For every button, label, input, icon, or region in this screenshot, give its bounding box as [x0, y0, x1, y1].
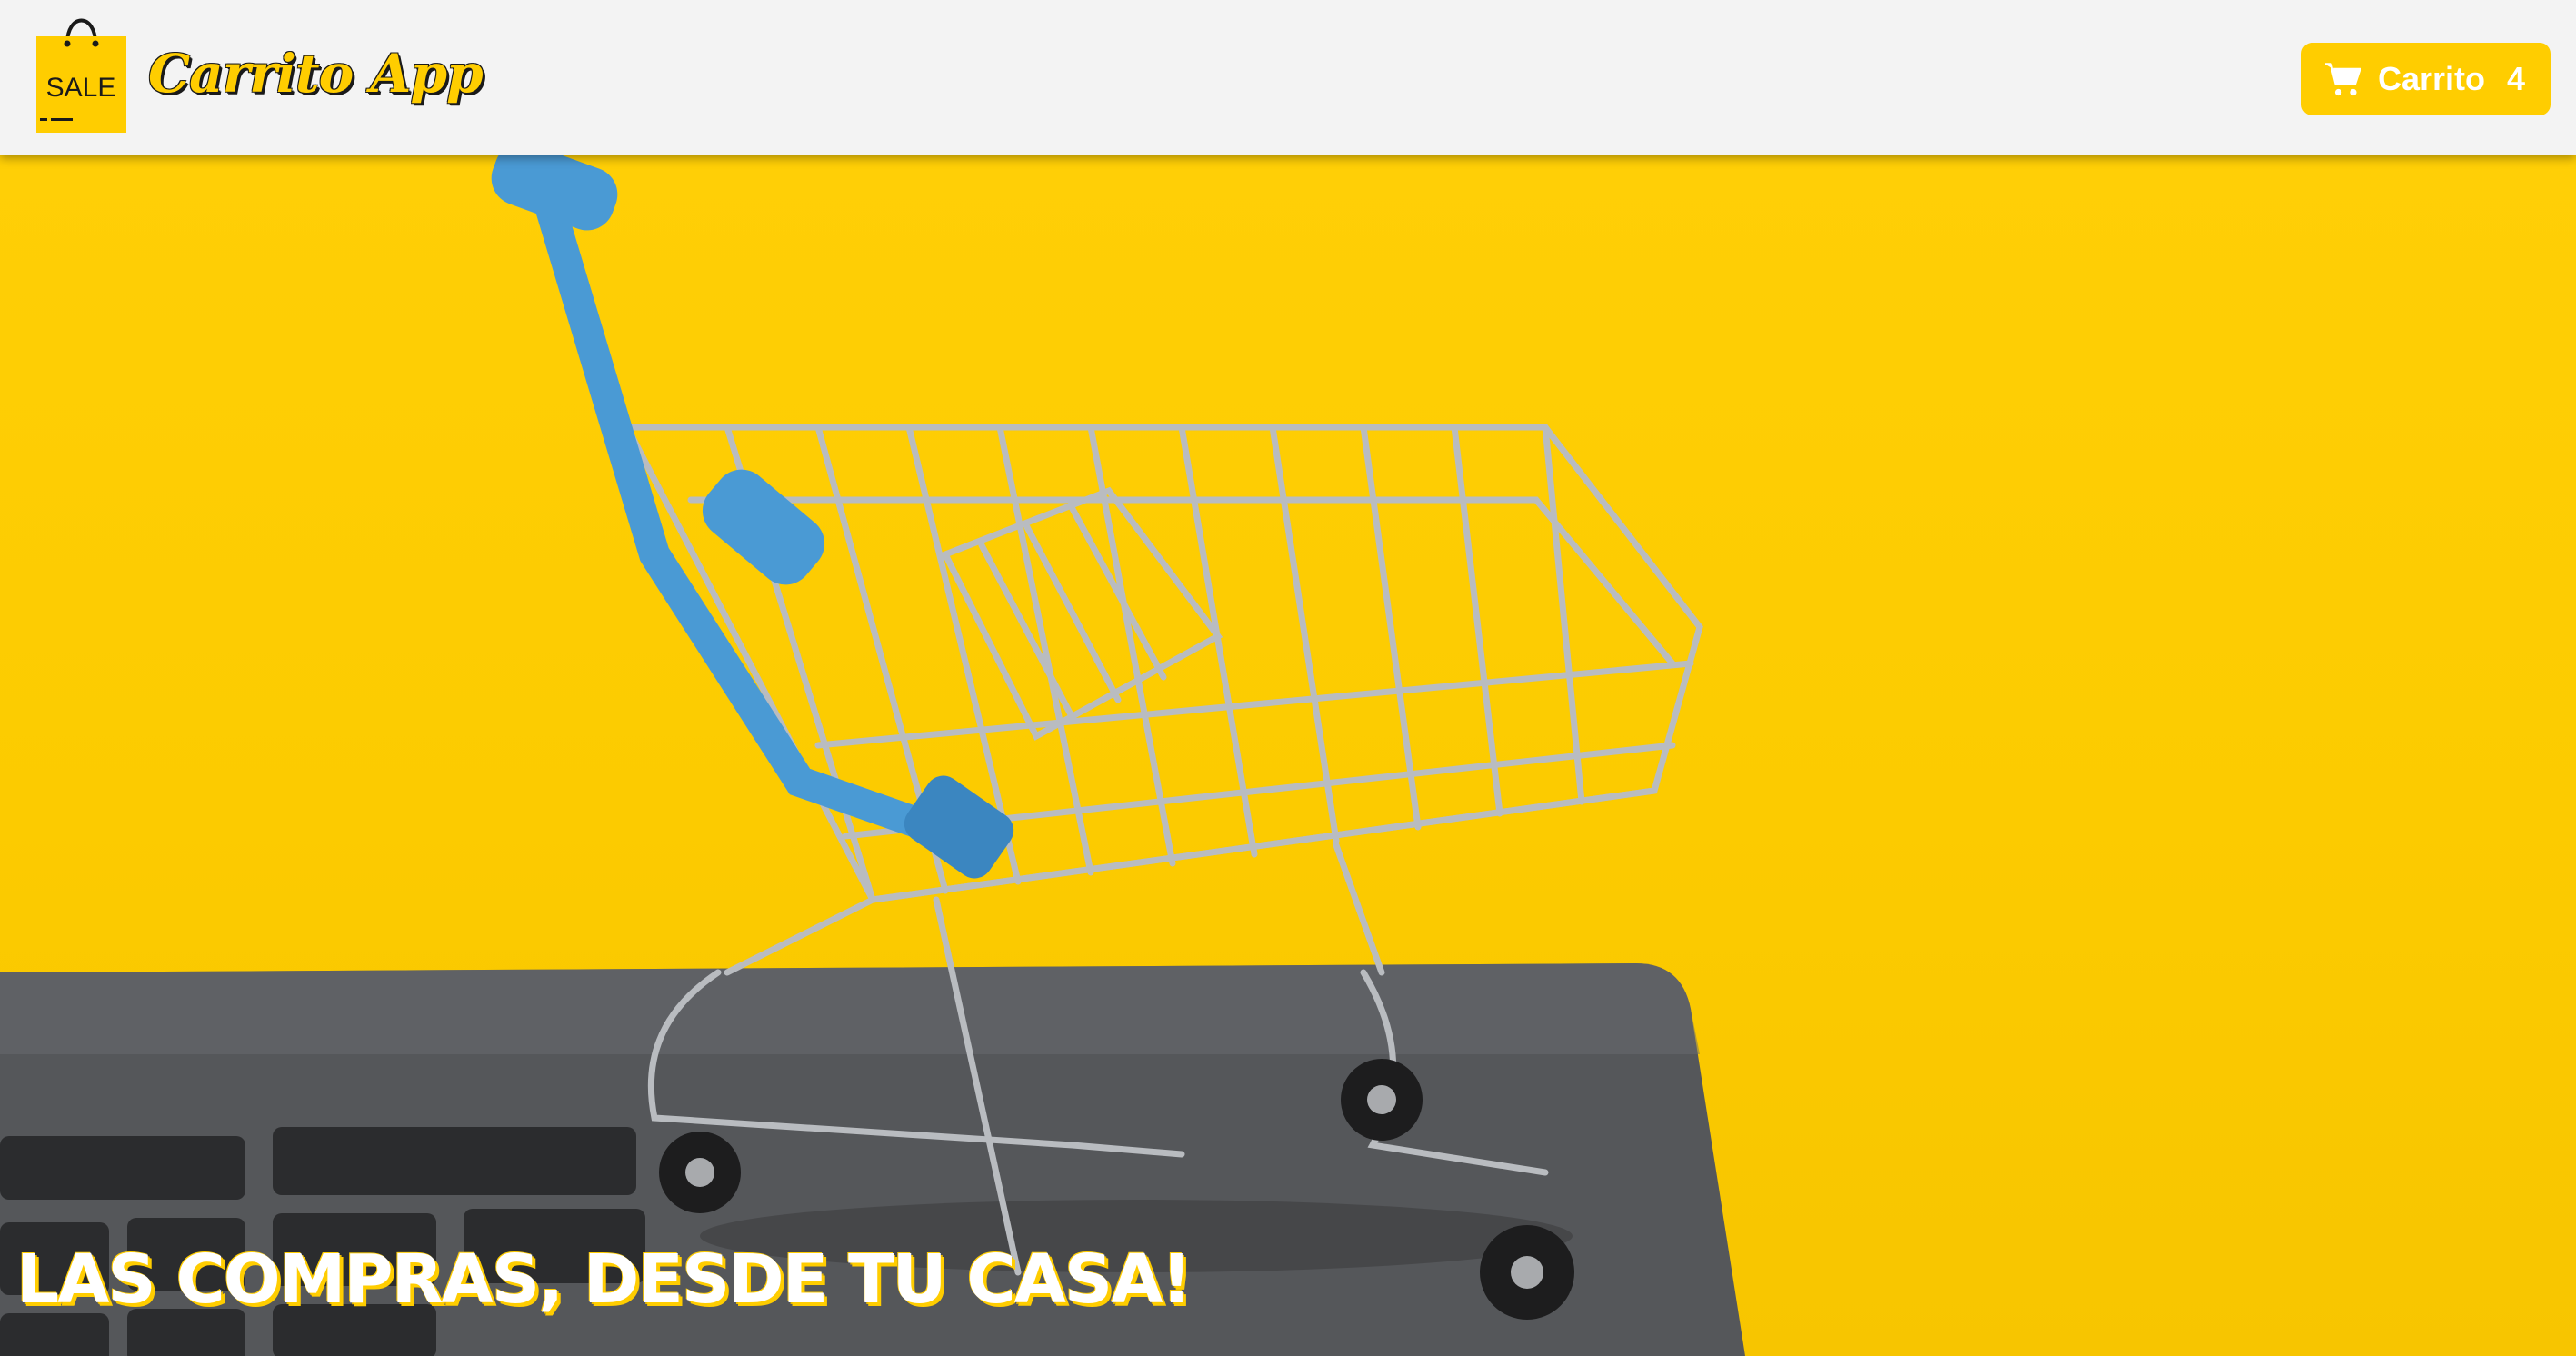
shopping-cart-icon — [2325, 63, 2361, 96]
brand-name: Carrito App — [148, 43, 484, 105]
cart-count-badge: 4 — [2507, 60, 2526, 97]
hero-title: LAS COMPRAS, DESDE TU CASA! — [16, 1241, 1192, 1319]
cart-button[interactable]: Carrito 4 — [2301, 43, 2551, 115]
cart-label: Carrito — [2378, 60, 2486, 97]
brand-link[interactable]: SALE Carrito App — [35, 7, 484, 135]
sale-bag-logo-icon: SALE — [36, 18, 126, 133]
navbar: SALE Carrito App Carrito 4 — [0, 0, 2576, 155]
cart-handle — [491, 155, 1014, 879]
shopping-cart-keyboard-image — [0, 155, 1745, 1356]
hero-banner: LAS COMPRAS, DESDE TU CASA! — [0, 155, 2576, 1356]
logo-text: SALE — [46, 73, 116, 103]
